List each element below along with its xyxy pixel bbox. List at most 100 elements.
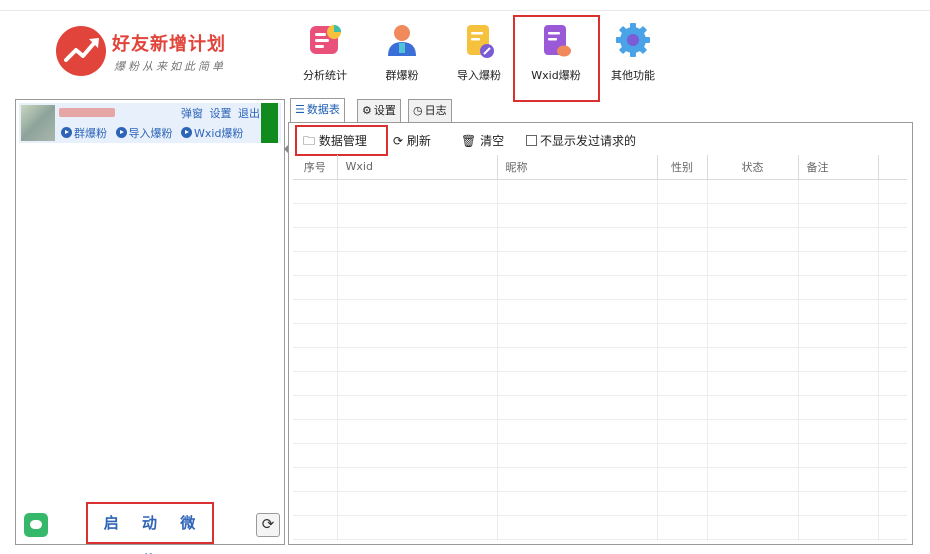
account-panel: 弹窗 设置 退出 群爆粉 导入爆粉 Wxid爆粉 启 动 微 信 ⟳	[15, 99, 285, 554]
logout-link[interactable]: 退出	[238, 107, 260, 120]
table-cell	[798, 179, 879, 204]
popup-link[interactable]: 弹窗	[181, 107, 203, 120]
col-header-status[interactable]: 状态	[707, 155, 799, 180]
table-row	[293, 419, 907, 444]
table-cell	[798, 275, 879, 300]
link-group-fans-label: 群爆粉	[74, 127, 107, 140]
table-cell	[707, 539, 799, 541]
col-header-nickname[interactable]: 昵称	[497, 155, 658, 180]
refresh-icon: ⟳	[393, 134, 404, 148]
table-cell	[798, 539, 879, 541]
table-cell	[657, 491, 708, 516]
table-cell	[798, 299, 879, 324]
refresh-button[interactable]: ⟳ 刷新	[393, 132, 431, 149]
data-panel: 🗀 数据管理 ⟳ 刷新 🗑 清空 不显示发过请求的 序号 Wxid 昵称 性别 …	[288, 122, 913, 545]
table-cell	[707, 299, 799, 324]
table-cell	[878, 539, 907, 541]
refresh-label: 刷新	[406, 134, 431, 148]
table-cell	[293, 251, 338, 276]
action-toolbar: 🗀 数据管理 ⟳ 刷新 🗑 清空 不显示发过请求的	[289, 125, 909, 156]
tab-log-label: 日志	[424, 104, 447, 117]
table-cell	[798, 203, 879, 228]
col-header-remark[interactable]: 备注	[798, 155, 879, 180]
link-wxid-fans-label: Wxid爆粉	[194, 127, 244, 140]
table-cell	[707, 227, 799, 252]
table-cell	[707, 179, 799, 204]
table-header: 序号 Wxid 昵称 性别 状态 备注	[293, 155, 907, 180]
table-cell	[798, 251, 879, 276]
table-cell	[707, 467, 799, 492]
toolbar-import-fans[interactable]: 导入爆粉	[441, 22, 517, 86]
table-cell	[497, 347, 658, 372]
wechat-icon[interactable]	[24, 513, 48, 537]
play-icon	[181, 127, 192, 138]
table-cell	[798, 227, 879, 252]
table-row	[293, 179, 907, 204]
table-cell	[707, 203, 799, 228]
list-icon: ☰	[295, 103, 305, 116]
table-cell	[878, 419, 907, 444]
table-cell	[497, 203, 658, 228]
highlight-box-wxid	[513, 15, 600, 102]
table-cell	[878, 323, 907, 348]
account-row[interactable]: 弹窗 设置 退出 群爆粉 导入爆粉 Wxid爆粉	[19, 103, 281, 143]
app-title: 好友新增计划	[112, 34, 226, 55]
table-cell	[798, 515, 879, 540]
table-row	[293, 515, 907, 540]
table-row	[293, 539, 907, 541]
gear-icon	[615, 22, 651, 60]
table-row	[293, 491, 907, 516]
settings-link[interactable]: 设置	[210, 107, 232, 120]
table-cell	[497, 443, 658, 468]
account-name-redacted	[59, 108, 115, 117]
table-cell	[497, 275, 658, 300]
col-header-wxid[interactable]: Wxid	[337, 155, 498, 180]
table-cell	[707, 491, 799, 516]
table-cell	[707, 395, 799, 420]
tab-log[interactable]: ◷ 日志	[408, 99, 452, 122]
start-wechat-button[interactable]: 启 动 微 信	[86, 502, 214, 554]
analytics-icon	[307, 22, 343, 60]
play-icon	[115, 127, 127, 138]
table-cell	[497, 179, 658, 204]
table-cell	[497, 251, 658, 276]
toolbar-group-fans[interactable]: 群爆粉	[364, 22, 440, 86]
hide-sent-checkbox[interactable]: 不显示发过请求的	[526, 132, 636, 149]
link-import-fans-label: 导入爆粉	[128, 127, 173, 140]
table-cell	[337, 347, 498, 372]
table-cell	[878, 347, 907, 372]
table-cell	[337, 227, 498, 252]
table-cell	[878, 275, 907, 300]
table-row	[293, 251, 907, 276]
link-wxid-fans[interactable]: Wxid爆粉	[181, 125, 243, 141]
table-cell	[707, 323, 799, 348]
toolbar-other-functions[interactable]: 其他功能	[595, 22, 671, 86]
table-cell	[293, 539, 338, 541]
table-cell	[497, 371, 658, 396]
table-cell	[293, 395, 338, 420]
col-header-index[interactable]: 序号	[293, 155, 338, 180]
tab-settings[interactable]: ⚙ 设置	[357, 99, 401, 122]
link-import-fans[interactable]: 导入爆粉	[115, 125, 173, 141]
table-cell	[657, 419, 708, 444]
table-cell	[337, 323, 498, 348]
table-cell	[657, 227, 708, 252]
col-header-gender[interactable]: 性别	[657, 155, 708, 180]
toolbar-analytics[interactable]: 分析统计	[287, 22, 363, 86]
refresh-accounts-button[interactable]: ⟳	[256, 513, 280, 537]
table-cell	[337, 419, 498, 444]
data-grid[interactable]: 序号 Wxid 昵称 性别 状态 备注	[293, 155, 907, 541]
clock-icon: ◷	[413, 104, 423, 117]
table-cell	[337, 491, 498, 516]
table-cell	[878, 467, 907, 492]
table-cell	[878, 371, 907, 396]
table-cell	[293, 491, 338, 516]
clear-button[interactable]: 🗑 清空	[461, 132, 504, 149]
table-cell	[878, 443, 907, 468]
table-cell	[293, 323, 338, 348]
table-cell	[878, 515, 907, 540]
table-cell	[878, 227, 907, 252]
link-group-fans[interactable]: 群爆粉	[61, 125, 107, 141]
tab-data-table[interactable]: ☰ 数据表	[290, 98, 345, 123]
data-manage-button[interactable]: 🗀 数据管理	[303, 132, 367, 153]
